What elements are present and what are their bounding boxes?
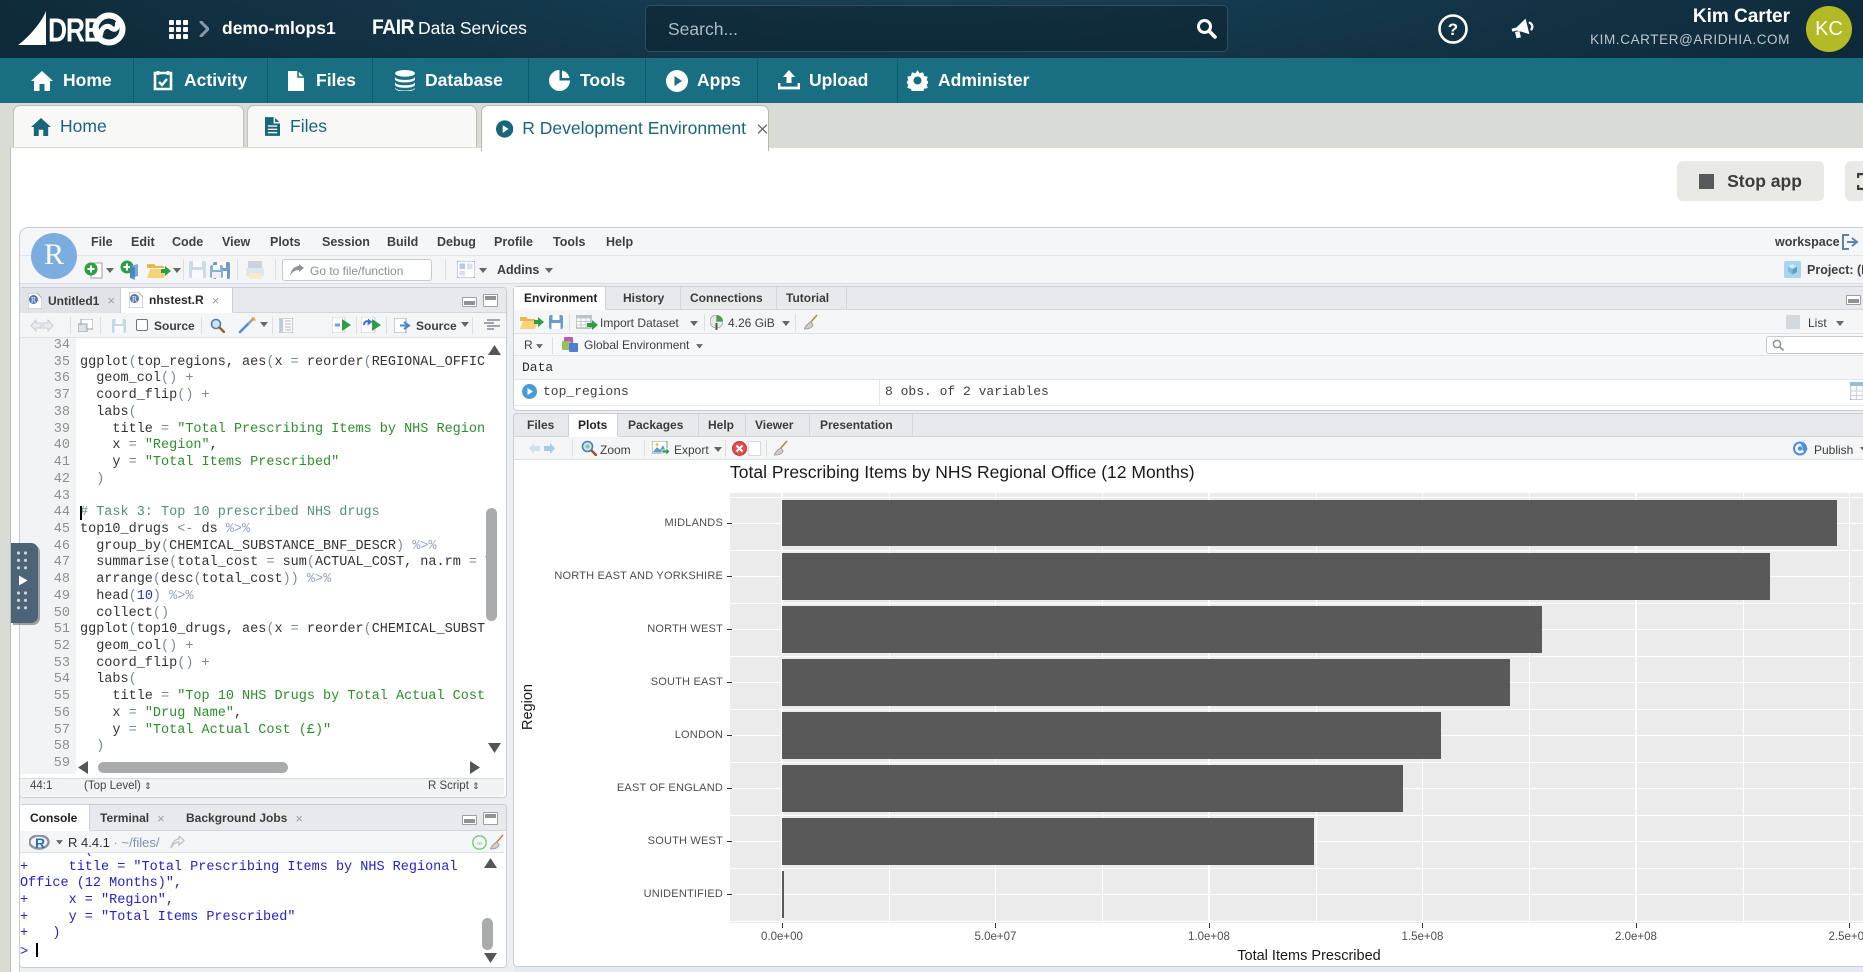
svg-text:R: R: [132, 295, 138, 304]
svg-text:∞: ∞: [477, 841, 482, 848]
svg-text:R: R: [35, 835, 45, 850]
svg-text:R: R: [31, 295, 37, 304]
svg-text:?: ?: [1448, 20, 1458, 39]
